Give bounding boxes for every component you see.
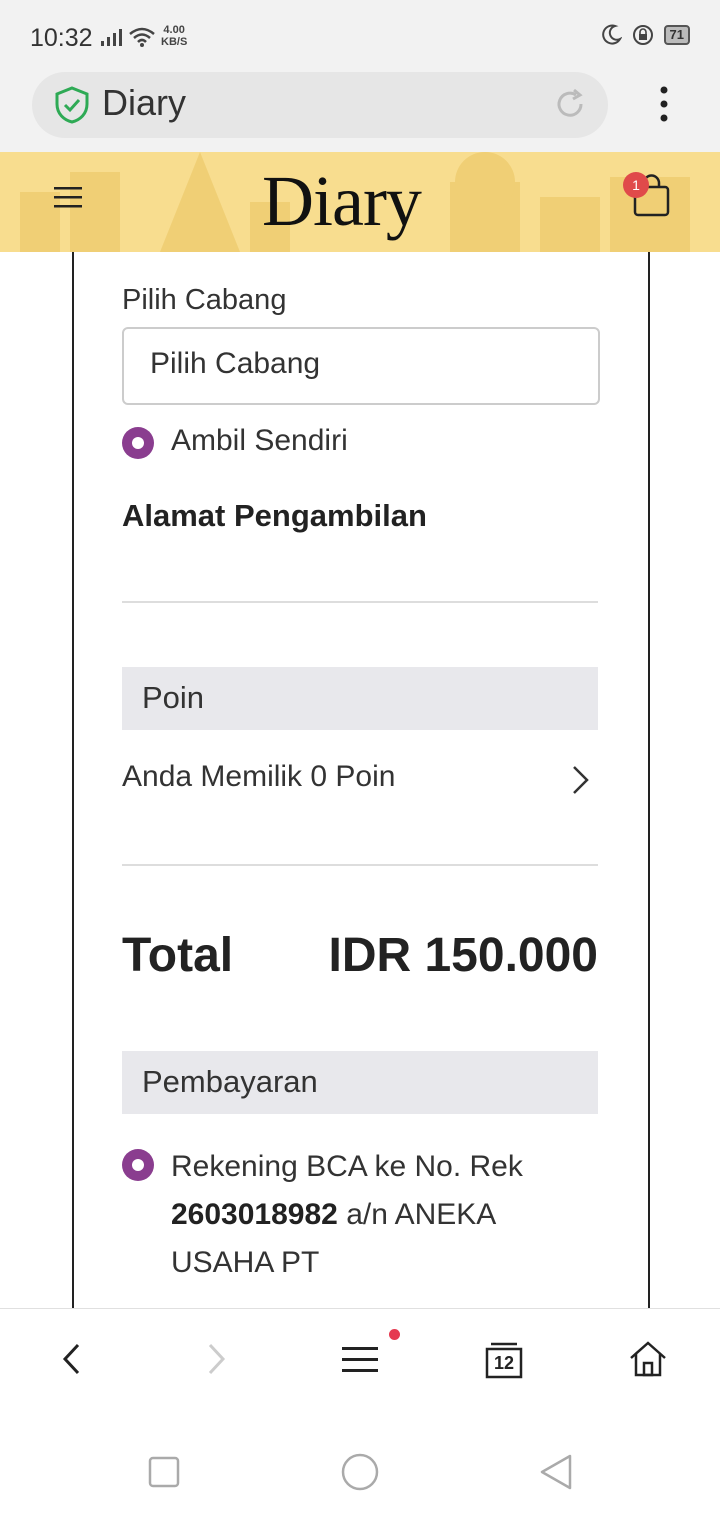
tabs-count: 12 [493, 1353, 515, 1373]
rotation-lock-icon [632, 25, 653, 45]
pickup-radio[interactable] [122, 427, 154, 459]
menu-icon[interactable] [342, 1345, 378, 1375]
battery-indicator: 71 [663, 25, 690, 45]
status-bar: 10:32 4.00 KB/S 71 [0, 0, 720, 72]
divider [122, 864, 598, 866]
page-title: Diary [102, 82, 187, 123]
home-circle-icon[interactable] [341, 1453, 379, 1491]
address-bar[interactable]: Diary [32, 72, 608, 138]
system-navigation-bar [0, 1412, 720, 1520]
network-speed: 4.00 KB/S [161, 24, 187, 48]
branch-select[interactable]: Pilih Cabang [122, 327, 600, 405]
moon-icon [601, 24, 622, 45]
forward-icon[interactable] [204, 1339, 228, 1379]
back-triangle-icon[interactable] [539, 1454, 573, 1490]
payment-section-title: Pembayaran [142, 1064, 318, 1099]
payment-prefix: Rekening BCA ke No. Rek [171, 1150, 523, 1183]
home-icon[interactable] [628, 1339, 668, 1379]
branch-label: Pilih Cabang [122, 284, 287, 316]
site-header: Diary 1 [0, 152, 720, 252]
payment-option-label: Rekening BCA ke No. Rek 2603018982 a/n A… [171, 1143, 571, 1287]
back-icon[interactable] [60, 1339, 84, 1379]
points-section-header: Poin [122, 667, 598, 730]
status-time: 10:32 [30, 24, 93, 52]
speed-value: 4.00 [163, 24, 185, 36]
hamburger-menu-icon[interactable] [54, 185, 82, 209]
shield-check-icon [55, 86, 89, 124]
site-logo[interactable]: Diary [262, 160, 422, 243]
pickup-option-label: Ambil Sendiri [171, 424, 348, 457]
browser-bottom-nav: 12 [0, 1308, 720, 1413]
branch-select-value: Pilih Cabang [150, 347, 321, 380]
notification-dot [389, 1329, 400, 1340]
points-section-title: Poin [142, 680, 205, 715]
speed-unit: KB/S [161, 36, 188, 48]
payment-account-number: 2603018982 [171, 1198, 338, 1231]
payment-section-header: Pembayaran [122, 1051, 598, 1114]
divider [122, 601, 598, 603]
recent-apps-icon[interactable] [148, 1456, 180, 1488]
payment-bca-radio[interactable] [122, 1149, 154, 1181]
pickup-address-heading: Alamat Pengambilan [122, 498, 427, 533]
points-message[interactable]: Anda Memilik 0 Poin [122, 760, 395, 794]
total-label: Total [122, 929, 234, 982]
cart-count-badge: 1 [623, 172, 649, 198]
status-icons: 71 [600, 24, 690, 46]
more-options-icon[interactable] [650, 86, 678, 126]
wifi-icon [129, 27, 155, 47]
browser-toolbar: Diary [0, 72, 720, 152]
tabs-button[interactable]: 12 [485, 1341, 523, 1381]
total-value: IDR 150.000 [328, 929, 598, 982]
chevron-right-icon[interactable] [570, 764, 592, 796]
signal-icon [101, 29, 122, 46]
reload-icon[interactable] [554, 88, 586, 120]
